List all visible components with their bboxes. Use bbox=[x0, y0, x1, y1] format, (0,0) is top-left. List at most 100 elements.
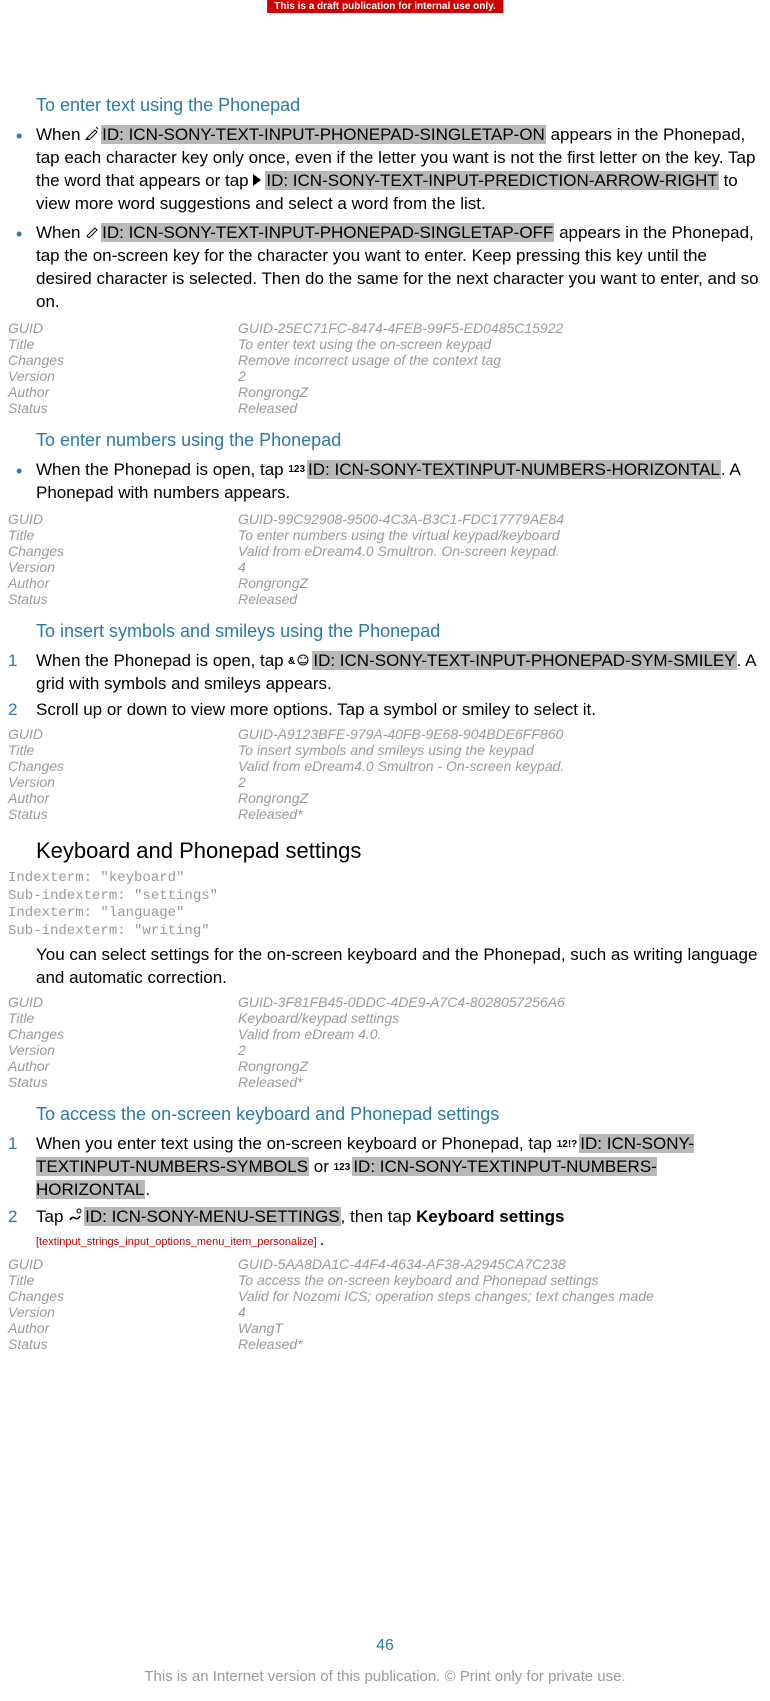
id-ref: ID: ICN-SONY-TEXTINPUT-NUMBERS-HORIZONTA… bbox=[307, 460, 721, 479]
meta-key: Version bbox=[8, 1042, 238, 1058]
id-ref: ID: ICN-SONY-TEXT-INPUT-PHONEPAD-SYM-SMI… bbox=[312, 651, 736, 670]
meta-key: Author bbox=[8, 575, 238, 591]
indexterm: Sub-indexterm: "writing" bbox=[8, 923, 762, 941]
meta-value: 4 bbox=[238, 1304, 246, 1320]
meta-key: Changes bbox=[8, 352, 238, 368]
numbers-123-icon: 123 bbox=[288, 463, 305, 477]
text: . bbox=[145, 1180, 150, 1199]
meta-key: GUID bbox=[8, 1256, 238, 1272]
meta-value: To enter text using the on-screen keypad bbox=[238, 336, 491, 352]
meta-value: RongrongZ bbox=[238, 384, 308, 400]
indexterm: Indexterm: "language" bbox=[8, 905, 762, 923]
indexterm: Sub-indexterm: "settings" bbox=[8, 888, 762, 906]
step-list: When the Phonepad is open, tap & ID: ICN… bbox=[8, 650, 762, 723]
meta-key: Author bbox=[8, 1058, 238, 1074]
meta-value: WangT bbox=[238, 1320, 283, 1336]
meta-key: Version bbox=[8, 774, 238, 790]
step-list: When you enter text using the on-screen … bbox=[8, 1133, 762, 1252]
text: . bbox=[320, 1230, 325, 1249]
meta-key: GUID bbox=[8, 511, 238, 527]
meta-table: GUIDGUID-A9123BFE-979A-40FB-9E68-904BDE6… bbox=[8, 726, 762, 822]
meta-value: To insert symbols and smileys using the … bbox=[238, 742, 534, 758]
text: When the Phonepad is open, tap bbox=[36, 460, 288, 479]
meta-table: GUIDGUID-99C92908-9500-4C3A-B3C1-FDC1777… bbox=[8, 511, 762, 607]
meta-key: Author bbox=[8, 790, 238, 806]
text: Scroll up or down to view more options. … bbox=[36, 700, 596, 719]
meta-key: Version bbox=[8, 559, 238, 575]
numbers-symbols-12-icon: 12!? bbox=[557, 1138, 578, 1152]
id-ref: ID: ICN-SONY-MENU-SETTINGS bbox=[84, 1207, 340, 1226]
meta-value: Valid for Nozomi ICS; operation steps ch… bbox=[238, 1288, 654, 1304]
text: When bbox=[36, 223, 85, 242]
meta-value: Valid from eDream4.0 Smultron. On-screen… bbox=[238, 543, 560, 559]
meta-key: GUID bbox=[8, 994, 238, 1010]
meta-key: Changes bbox=[8, 1026, 238, 1042]
bullet-item: When the Phonepad is open, tap 123ID: IC… bbox=[8, 459, 762, 505]
arrow-right-icon bbox=[253, 170, 263, 193]
meta-key: Version bbox=[8, 368, 238, 384]
meta-key: Status bbox=[8, 400, 238, 416]
meta-value: To access the on-screen keyboard and Pho… bbox=[238, 1272, 599, 1288]
meta-key: Status bbox=[8, 1074, 238, 1090]
meta-table: GUIDGUID-25EC71FC-8474-4FEB-99F5-ED0485C… bbox=[8, 320, 762, 416]
id-ref: ID: ICN-SONY-TEXT-INPUT-PHONEPAD-SINGLET… bbox=[101, 125, 546, 144]
meta-key: Changes bbox=[8, 543, 238, 559]
text: or bbox=[314, 1157, 334, 1176]
meta-value: GUID-5AA8DA1C-44F4-4634-AF38-A2945CA7C23… bbox=[238, 1256, 566, 1272]
numbers-123-icon: 123 bbox=[334, 1161, 351, 1175]
text: When the Phonepad is open, tap bbox=[36, 651, 288, 670]
meta-value: Valid from eDream4.0 Smultron - On-scree… bbox=[238, 758, 564, 774]
step-item: When the Phonepad is open, tap & ID: ICN… bbox=[8, 650, 762, 696]
meta-key: Author bbox=[8, 384, 238, 400]
menu-settings-icon bbox=[68, 1206, 82, 1229]
meta-value: GUID-A9123BFE-979A-40FB-9E68-904BDE6FF86… bbox=[238, 726, 563, 742]
meta-value: 4 bbox=[238, 559, 246, 575]
heading-keyboard-phonepad-settings: Keyboard and Phonepad settings bbox=[36, 838, 762, 864]
meta-value: To enter numbers using the virtual keypa… bbox=[238, 527, 560, 543]
meta-value: GUID-25EC71FC-8474-4FEB-99F5-ED0485C1592… bbox=[238, 320, 563, 336]
meta-value: Released bbox=[238, 400, 297, 416]
bold-label: Keyboard settings bbox=[416, 1207, 564, 1226]
heading-insert-symbols-phonepad: To insert symbols and smileys using the … bbox=[36, 621, 762, 642]
pencil-multitap-on-icon bbox=[85, 124, 99, 147]
meta-key: Author bbox=[8, 1320, 238, 1336]
bullet-list: When ID: ICN-SONY-TEXT-INPUT-PHONEPAD-SI… bbox=[8, 124, 762, 314]
page-number: 46 bbox=[0, 1637, 770, 1655]
meta-key: Changes bbox=[8, 1288, 238, 1304]
meta-value: Released* bbox=[238, 1074, 303, 1090]
meta-key: Title bbox=[8, 336, 238, 352]
id-ref: ID: ICN-SONY-TEXT-INPUT-PHONEPAD-SINGLET… bbox=[101, 223, 554, 242]
step-item: When you enter text using the on-screen … bbox=[8, 1133, 762, 1202]
meta-key: GUID bbox=[8, 320, 238, 336]
meta-table: GUIDGUID-3F81FB45-0DDC-4DE9-A7C4-8028057… bbox=[8, 994, 762, 1090]
meta-value: RongrongZ bbox=[238, 575, 308, 591]
meta-key: Title bbox=[8, 527, 238, 543]
meta-value: Released* bbox=[238, 1336, 303, 1352]
bullet-item: When ID: ICN-SONY-TEXT-INPUT-PHONEPAD-SI… bbox=[8, 222, 762, 314]
meta-value: RongrongZ bbox=[238, 790, 308, 806]
meta-value: GUID-99C92908-9500-4C3A-B3C1-FDC17779AE8… bbox=[238, 511, 564, 527]
meta-value: 2 bbox=[238, 368, 246, 384]
meta-key: Status bbox=[8, 806, 238, 822]
step-item: Scroll up or down to view more options. … bbox=[8, 699, 762, 722]
symbols-smiley-icon: & bbox=[288, 650, 310, 673]
meta-value: Released bbox=[238, 591, 297, 607]
heading-access-keyboard-settings: To access the on-screen keyboard and Pho… bbox=[36, 1104, 762, 1125]
meta-key: Title bbox=[8, 1010, 238, 1026]
meta-value: Remove incorrect usage of the context ta… bbox=[238, 352, 501, 368]
step-item: Tap ID: ICN-SONY-MENU-SETTINGS, then tap… bbox=[8, 1206, 762, 1252]
string-reference: [textinput_strings_input_options_menu_it… bbox=[36, 1236, 320, 1248]
bullet-item: When ID: ICN-SONY-TEXT-INPUT-PHONEPAD-SI… bbox=[8, 124, 762, 216]
meta-key: Changes bbox=[8, 758, 238, 774]
meta-key: Status bbox=[8, 591, 238, 607]
meta-value: 2 bbox=[238, 1042, 246, 1058]
meta-value: GUID-3F81FB45-0DDC-4DE9-A7C4-8028057256A… bbox=[238, 994, 565, 1010]
meta-value: Keyboard/keypad settings bbox=[238, 1010, 399, 1026]
meta-key: GUID bbox=[8, 726, 238, 742]
meta-key: Title bbox=[8, 742, 238, 758]
pencil-multitap-off-icon bbox=[85, 222, 99, 245]
body-paragraph: You can select settings for the on-scree… bbox=[36, 944, 762, 990]
indexterm-block: Indexterm: "keyboard" Sub-indexterm: "se… bbox=[8, 870, 762, 940]
text: When you enter text using the on-screen … bbox=[36, 1134, 557, 1153]
text: , then tap bbox=[341, 1207, 417, 1226]
